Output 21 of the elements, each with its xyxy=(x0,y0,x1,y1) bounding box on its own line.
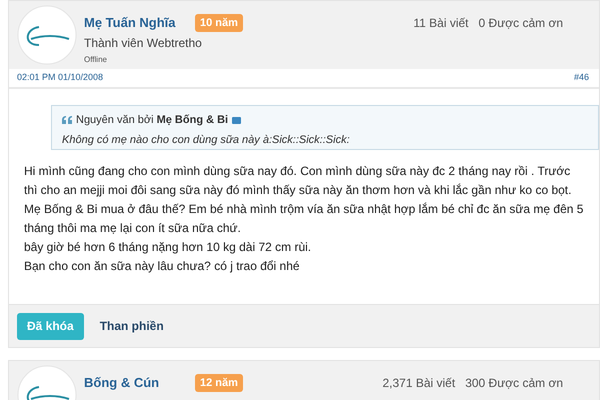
quote-text: Không có mẹ nào cho con dùng sữa này à:Sick::Sick::Sick: xyxy=(62,132,351,148)
author-link[interactable]: Bống & Cún xyxy=(84,373,195,392)
quote-icon xyxy=(62,116,72,124)
avatar-logo-icon xyxy=(17,5,77,65)
post-stat: 300 Được cảm ơn xyxy=(465,375,563,392)
view-post-icon[interactable] xyxy=(232,116,242,124)
post-date: 02:01 PM 01/10/2008 xyxy=(17,71,104,84)
post-paragraph: Bạn cho con ăn sữa này lâu chưa? có j trao đổi nhé xyxy=(24,258,301,275)
quote-attribution: Nguyên văn bởi Mẹ Bống & Bi xyxy=(76,113,228,128)
author-link[interactable]: Mẹ Tuấn Nghĩa xyxy=(84,13,195,32)
years-badge: 12 năm xyxy=(195,374,243,392)
online-status: Offline xyxy=(84,54,108,66)
post-stat: 0 Được cảm ơn xyxy=(478,15,563,32)
post-paragraph: Hi mình cũng đang cho con mình dùng sữa nay đó. Con mình dùng sữa này đc 2 tháng nay rồi . Trước thì cho an mejji moi đôi sang sữa này đó mình thấy sữa này ăn thơm hơn và khi lắc gần như ko co bọt. Mẹ Bống & Bi mua ở đâu thế? Em bé nhà mình trộm vía ăn sữa nhật hợp lắm bé chỉ đc ăn sữa mẹ đên 5 tháng thôi ma mẹ lại con ít sữa nữa chứ. xyxy=(24,163,584,237)
post-number-link[interactable]: #46 xyxy=(574,71,589,85)
post-stat: 11 Bài viết xyxy=(413,15,469,32)
report-button[interactable]: Than phiền xyxy=(90,312,174,340)
post-stat: 2,371 Bài viết xyxy=(382,375,456,392)
post-paragraph: bây giờ bé hơn 6 tháng nặng hơn 10 kg dài 72 cm rùi. xyxy=(24,239,312,256)
member-role: Thành viên Webtretho xyxy=(84,34,203,52)
years-badge: 10 năm xyxy=(195,14,243,32)
